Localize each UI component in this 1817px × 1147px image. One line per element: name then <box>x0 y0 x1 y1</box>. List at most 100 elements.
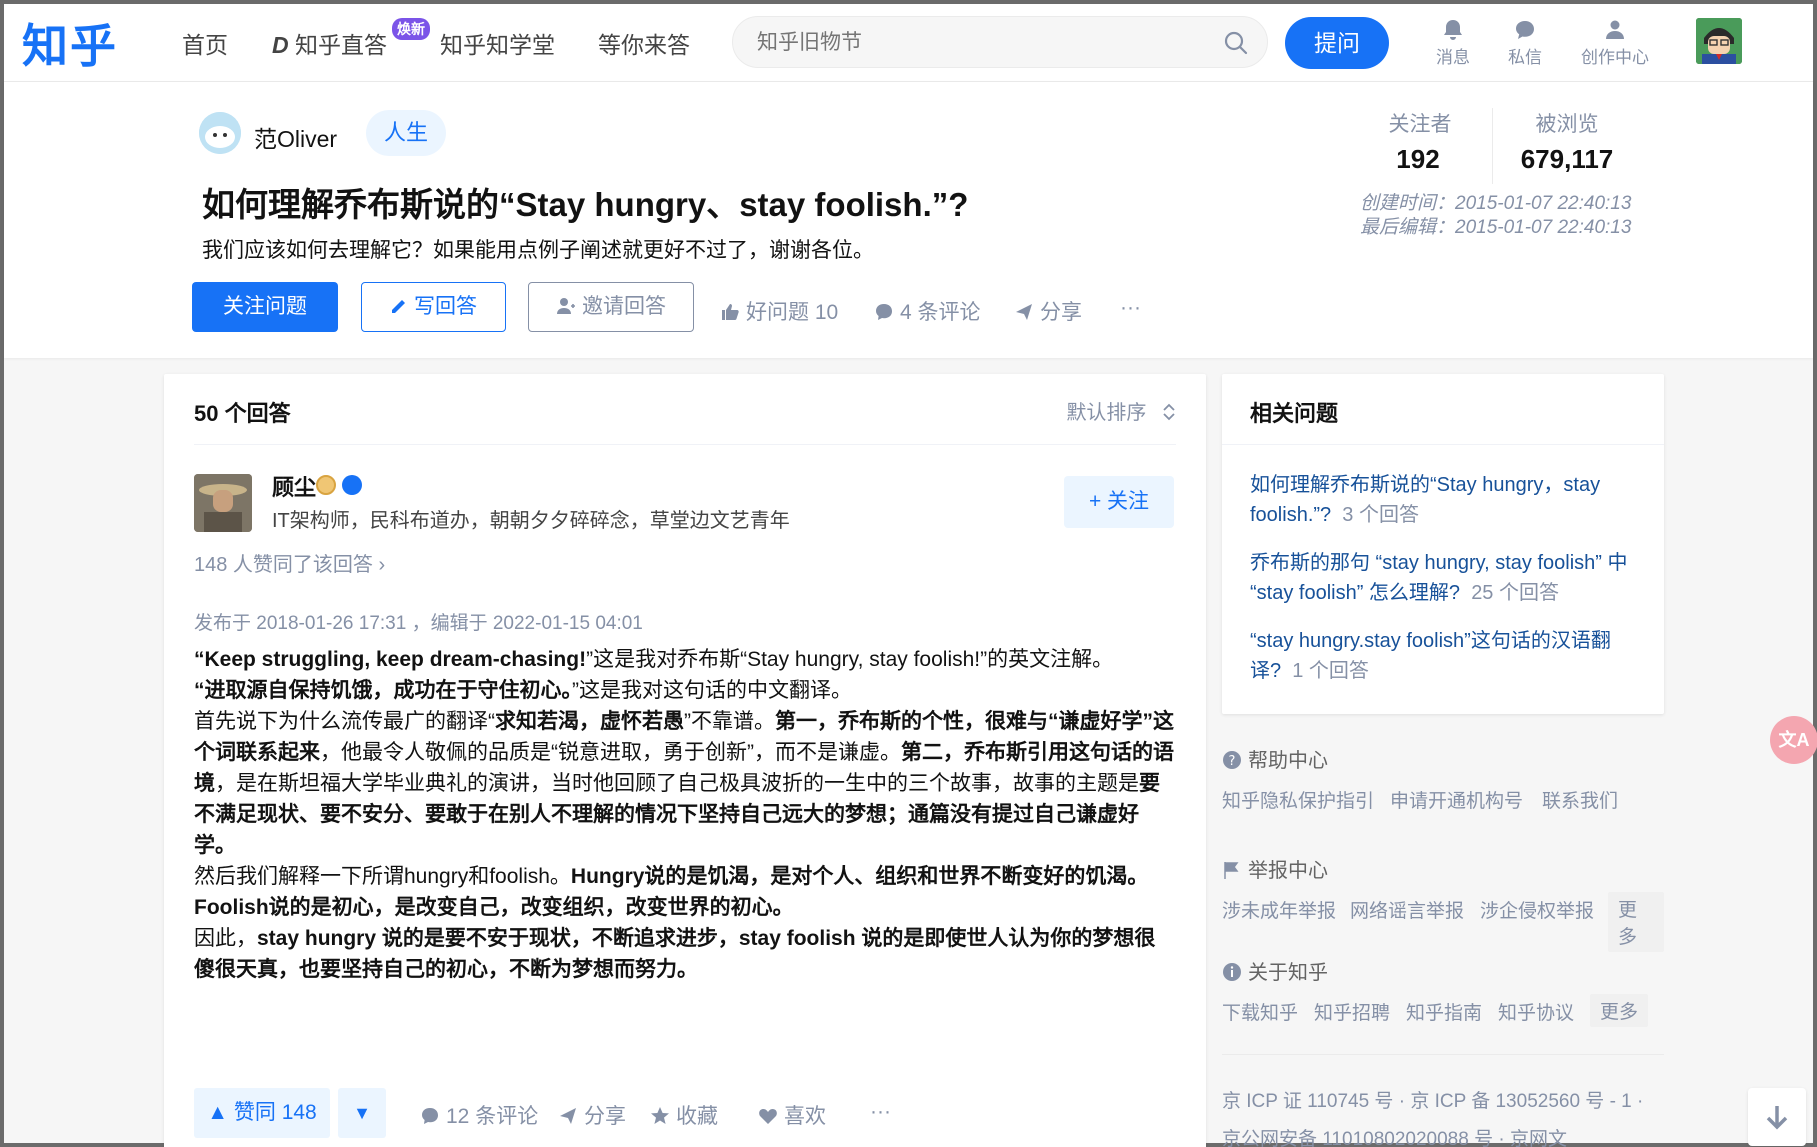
direct-message-label: 私信 <box>1508 48 1542 67</box>
followers-count[interactable]: 192 <box>1343 144 1493 175</box>
info-icon <box>1223 963 1241 981</box>
asker-name[interactable]: 范Oliver <box>254 120 337 154</box>
invite-answer-label: 邀请回答 <box>582 295 666 318</box>
answer-bold-text: stay hungry 说的是要不安于现状，不断追求进步，stay foolis… <box>194 927 1156 981</box>
question-comments-button[interactable]: 4 条评论 <box>874 296 981 326</box>
ask-button[interactable]: 提问 <box>1285 17 1389 69</box>
answer-paragraph: “Keep struggling, keep dream-chasing!”这是… <box>194 644 1176 675</box>
follow-question-button[interactable]: 关注问题 <box>192 282 338 332</box>
answer-bold-text: “进取源自保持饥饿，成功在于守住初心。 <box>194 679 572 702</box>
question-header: 范Oliver 人生 如何理解乔布斯说的“Stay hungry、stay fo… <box>4 82 1813 358</box>
downvote-button[interactable]: ▼ <box>338 1088 386 1138</box>
related-answer-count: 25 个回答 <box>1471 582 1559 604</box>
search-box <box>732 16 1268 68</box>
good-question-button[interactable]: 好问题 10 <box>720 296 838 326</box>
nav-xuetang[interactable]: 知乎知学堂 <box>440 26 555 60</box>
asker-avatar-image <box>199 112 241 154</box>
messages-button[interactable]: 消息 <box>1413 18 1493 68</box>
user-avatar[interactable] <box>1696 18 1742 64</box>
download-link[interactable]: 下载知乎 <box>1222 998 1298 1025</box>
about-heading[interactable]: 关于知乎 <box>1222 956 1664 985</box>
nav-zhida[interactable]: D 知乎直答 <box>272 26 387 60</box>
agreement-link[interactable]: 知乎协议 <box>1498 998 1574 1025</box>
question-share-label: 分享 <box>1040 301 1082 324</box>
question-comments-label: 4 条评论 <box>900 301 981 324</box>
related-question-item[interactable]: “stay hungry.stay foolish”这句话的汉语翻译? 1 个回… <box>1250 626 1640 686</box>
translate-float-button[interactable]: 文A <box>1770 716 1817 764</box>
invite-answer-button[interactable]: 邀请回答 <box>528 282 694 332</box>
infringement-report-link[interactable]: 涉企侵权举报 <box>1480 896 1594 923</box>
report-center-heading[interactable]: 举报中心 <box>1222 854 1664 883</box>
answer-paragraph: 首先说下为什么流传最广的翻译“求知若渴，虚怀若愚”不靠谱。第一，乔布斯的个性，很… <box>194 706 1176 861</box>
question-share-button[interactable]: 分享 <box>1014 296 1082 326</box>
org-account-link[interactable]: 申请开通机构号 <box>1390 786 1523 813</box>
privacy-link[interactable]: 知乎隐私保护指引 <box>1222 786 1374 813</box>
answer-bold-text: 求知若渴，虚怀若愚 <box>495 710 684 733</box>
user-avatar-image <box>1696 18 1742 64</box>
icp-line-2[interactable]: 京公网安备 11010802020088 号 · 京网文 <box>1222 1124 1567 1147</box>
search-icon[interactable] <box>1223 30 1249 56</box>
contact-link[interactable]: 联系我们 <box>1542 786 1618 813</box>
answer-content: “Keep struggling, keep dream-chasing!”这是… <box>194 644 1176 985</box>
answer-comments-label: 12 条评论 <box>446 1105 539 1128</box>
answer-text: ，是在斯坦福大学毕业典礼的演讲，当时他回顾了自己极具波折的一生中的三个故事，故事… <box>215 772 1139 795</box>
about-more-button[interactable]: 更多 <box>1590 994 1649 1027</box>
collect-label: 收藏 <box>676 1105 718 1128</box>
help-center-heading[interactable]: ? 帮助中心 <box>1222 744 1664 773</box>
answer-actions: ▲ 赞同 148 ▼ 12 条评论 分享 收藏 喜欢 ··· <box>194 1088 1176 1138</box>
good-question-label: 好问题 10 <box>746 301 839 324</box>
answer-comments-button[interactable]: 12 条评论 <box>420 1100 538 1130</box>
asker-avatar[interactable] <box>199 112 241 154</box>
write-answer-button[interactable]: 写回答 <box>361 282 506 332</box>
sort-selector[interactable]: 默认排序 <box>1066 396 1176 425</box>
upvote-button[interactable]: ▲ 赞同 148 <box>194 1088 330 1138</box>
back-to-top-button[interactable] <box>1748 1088 1806 1146</box>
answer-share-button[interactable]: 分享 <box>558 1100 626 1130</box>
like-button[interactable]: 喜欢 <box>758 1100 826 1130</box>
answer-text: ”这是我对这句话的中文翻译。 <box>572 679 852 702</box>
messages-label: 消息 <box>1436 48 1470 67</box>
direct-message-button[interactable]: 私信 <box>1485 18 1565 68</box>
views-count: 679,117 <box>1520 144 1614 174</box>
collect-button[interactable]: 收藏 <box>650 1100 718 1130</box>
answer-count: 50 个回答 <box>194 401 291 426</box>
zhihu-logo[interactable]: 知乎 <box>22 10 118 76</box>
answer-text: 首先说下为什么流传最广的翻译“ <box>194 710 495 733</box>
follow-author-button[interactable]: + 关注 <box>1064 476 1174 528</box>
related-question-item[interactable]: 如何理解乔布斯说的“Stay hungry，stay foolish.”? 3 … <box>1250 470 1640 530</box>
question-title: 如何理解乔布斯说的“Stay hungry、stay foolish.”? <box>202 186 969 223</box>
related-divider <box>1222 444 1664 445</box>
like-label: 喜欢 <box>784 1105 826 1128</box>
question-more-button[interactable]: ··· <box>1120 296 1141 320</box>
creator-center-label: 创作中心 <box>1581 48 1649 67</box>
report-more-button[interactable]: 更多 <box>1608 892 1664 952</box>
icp-line-1[interactable]: 京 ICP 证 110745 号 · 京 ICP 备 13052560 号 - … <box>1222 1086 1643 1113</box>
verified-badge-icon[interactable] <box>342 475 362 495</box>
creator-center-button[interactable]: 创作中心 <box>1575 18 1655 68</box>
nav-home[interactable]: 首页 <box>182 26 228 60</box>
achievement-badge-icon[interactable] <box>316 475 336 495</box>
search-input[interactable] <box>757 29 1197 57</box>
sort-arrows-icon <box>1163 403 1175 421</box>
author-avatar[interactable] <box>194 474 252 532</box>
write-answer-label: 写回答 <box>414 295 477 318</box>
upvoted-summary[interactable]: 148 人赞同了该回答 › <box>194 548 385 577</box>
topic-tag[interactable]: 人生 <box>366 110 447 156</box>
answer-text: ”不靠谱。 <box>684 710 775 733</box>
related-question-item[interactable]: 乔布斯的那句 “stay hungry, stay foolish” 中 “st… <box>1250 548 1640 608</box>
nav-waiting[interactable]: 等你来答 <box>598 26 690 60</box>
new-badge: 焕新 <box>392 18 430 40</box>
rumor-report-link[interactable]: 网络谣言举报 <box>1350 896 1464 923</box>
answer-more-button[interactable]: ··· <box>870 1100 891 1124</box>
minor-report-link[interactable]: 涉未成年举报 <box>1222 896 1336 923</box>
answer-text: ，他最令人敬佩的品质是“锐意进取，勇于创新”，而不是谦虚。 <box>320 741 901 764</box>
author-name[interactable]: 顾尘 <box>272 470 316 502</box>
followers-label: 关注者 <box>1388 113 1452 136</box>
jobs-link[interactable]: 知乎招聘 <box>1314 998 1390 1025</box>
author-bio: IT架构师，民科布道办，朝朝夕夕碎碎念，草堂边文艺青年 <box>272 510 790 532</box>
star-icon <box>651 1107 669 1124</box>
bell-icon <box>1444 20 1462 40</box>
answer-paragraph: 然后我们解释一下所谓hungry和foolish。Hungry说的是饥渴，是对个… <box>194 861 1176 923</box>
guide-link[interactable]: 知乎指南 <box>1406 998 1482 1025</box>
nav-zhida-label: 知乎直答 <box>295 32 388 58</box>
